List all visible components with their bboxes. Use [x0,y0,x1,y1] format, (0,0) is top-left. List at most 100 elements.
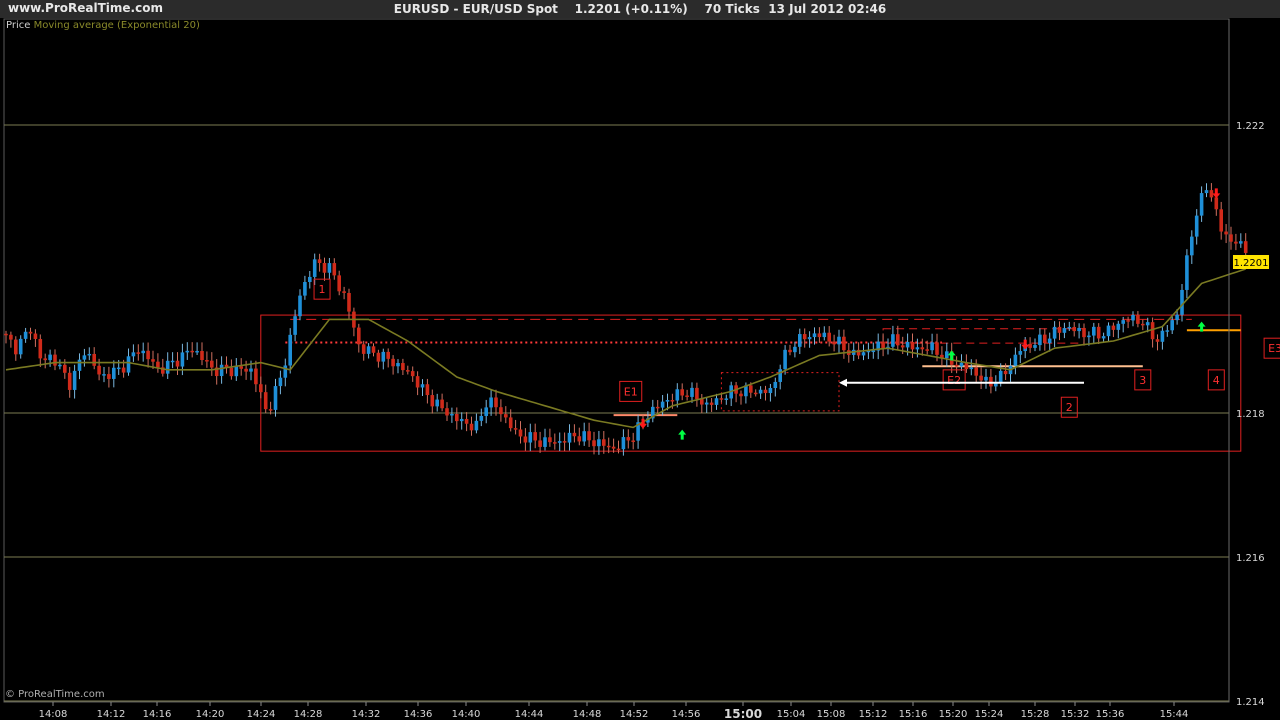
x-tick-label: 14:56 [672,709,701,720]
candle-body [43,358,47,361]
candle-body [1155,339,1160,342]
candle-body [984,376,988,381]
candle-body [244,368,248,372]
indicator-legend[interactable]: Price Moving average (Exponential 20) [6,20,200,31]
candle-body [136,352,141,354]
candle-body [1224,231,1228,235]
label-text[interactable]: E1 [624,385,638,398]
candle-body [1072,326,1076,332]
candle-body [342,291,346,293]
candle-body [151,359,155,362]
candle-body [611,446,616,449]
candle-body [1170,320,1174,331]
candle-body [1003,370,1008,375]
candle-body [1160,330,1165,342]
candle-body [459,418,464,422]
candle-body [131,352,136,357]
candle-body [837,336,841,345]
x-axis[interactable]: 14:08 14:12 14:16 14:20 14:24 14:28 14:32 14:36… [39,702,1189,720]
candle-body [219,364,224,377]
candle-body [528,432,533,443]
candle-body [455,413,459,422]
candle-body [905,342,910,348]
candle-body [582,431,586,442]
candle-body [861,352,866,356]
x-tick-label: 15:24 [975,709,1004,720]
annotations-layer[interactable]: 1 E1 E2 2 3 4 E3 [313,188,1280,440]
candle-body [1013,354,1018,366]
candle-body [205,360,209,362]
candle-body [58,364,62,367]
candle-body [464,418,469,424]
candle-body [425,384,430,396]
candle-body [366,346,371,354]
candle-body [1033,345,1037,348]
candle-body [298,295,302,317]
x-tick-label: 14:28 [294,709,323,720]
candle-body [538,440,542,447]
x-tick-label: 14:12 [97,709,126,720]
x-tick-label: 15:36 [1096,709,1125,720]
candle-body [842,336,846,351]
candle-body [479,415,484,421]
candle-body [445,408,449,416]
candle-body [665,400,670,402]
candle-body [896,334,900,346]
candle-body [112,367,116,379]
candle-body [1239,241,1243,244]
candle-body [121,367,126,373]
legend-price[interactable]: Price [6,20,30,31]
candle-body [126,356,131,373]
label-text[interactable]: 4 [1213,374,1220,387]
label-text[interactable]: E3 [1268,342,1280,355]
x-tick-label: 15:16 [899,709,928,720]
candle-body [602,439,606,446]
label-text[interactable]: 2 [1066,401,1073,414]
candle-body [690,387,694,397]
candle-body [190,350,194,353]
candle-body [1145,322,1150,326]
candle-body [793,346,797,353]
candle-body [63,364,67,373]
price-chart[interactable]: 1E1E223 4E3 1.2221.2181.2161.214 14:08 14:… [0,0,1280,720]
candle-body [695,387,699,400]
y-axis[interactable]: 1.222 1.218 1.216 1.214 [1228,19,1265,708]
candle-body [1165,330,1170,332]
candle-body [180,352,185,367]
candle-body [1087,335,1091,338]
candle-body [72,370,77,390]
plot-frame [3,18,1230,703]
candle-body [979,375,983,381]
candle-body [210,360,214,368]
label-text[interactable]: E2 [947,374,961,387]
candle-body [283,365,288,378]
candle-body [4,333,8,336]
candle-body [812,333,817,338]
candle-body [773,381,778,389]
candle-body [165,360,170,374]
candle-body [273,386,278,410]
candle-body [655,406,660,409]
candle-body [753,392,758,395]
legend-ema[interactable]: Moving average (Exponential 20) [34,20,200,31]
candle-body [1028,343,1032,348]
label-text[interactable]: 1 [319,283,326,296]
candle-body [14,339,18,355]
candle-body [415,376,420,388]
candle-body [1136,314,1140,324]
candle-body [278,377,283,387]
candle-body [1219,209,1223,232]
label-text[interactable]: 3 [1139,374,1146,387]
candle-body [18,338,23,355]
candle-body [998,370,1003,384]
x-tick-label: 14:32 [352,709,381,720]
candle-body [185,350,190,353]
sell-arrow-icon [1021,339,1030,350]
candle-body [156,361,160,368]
last-price-value: 1.2201 [1234,258,1269,269]
candle-body [557,441,562,443]
candle-body [758,389,763,394]
x-tick-label: 15:04 [777,709,806,720]
candle-body [371,346,376,353]
candle-body [513,428,518,430]
